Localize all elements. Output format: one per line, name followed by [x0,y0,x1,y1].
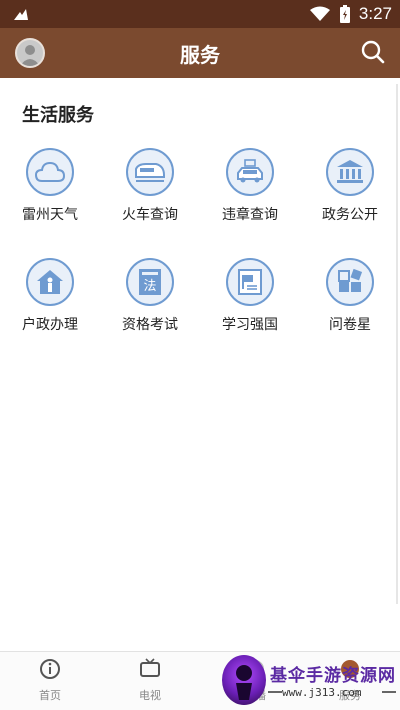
service-label: 学习强国 [222,317,278,333]
tab-label: 首页 [39,689,61,702]
questionnaire-grid-icon [338,268,363,292]
government-icon-circle [326,148,374,196]
exam-icon-circle: 法 [126,258,174,306]
study-flag-icon [238,269,262,295]
law-book-icon: 法 [139,269,161,295]
notification-app-icon [14,9,28,20]
government-building-icon [337,160,363,183]
cloud-icon [35,161,65,182]
wifi-icon [309,6,330,21]
search-icon[interactable] [360,39,386,65]
service-label: 问卷星 [329,317,371,333]
watermark-url: www.j313.com [282,686,362,699]
service-item-violation[interactable]: 违章查询 [200,148,300,224]
app-header: 服务 [0,28,400,78]
service-item-weather[interactable]: 雷州天气 [0,148,100,224]
train-icon-circle [126,148,174,196]
service-label: 火车查询 [122,207,178,223]
service-content: 生活服务 雷州天气 火车查询 违章查询 政务公开 户政办理 法 资格考试 学习强… [0,78,400,651]
service-item-study[interactable]: 学习强国 [200,258,300,334]
train-icon [135,163,165,182]
svg-text:法: 法 [143,279,156,294]
study-icon-circle [226,258,274,306]
car-icon [237,159,263,183]
tab-label: 电视 [139,689,161,702]
watermark-dash-right [382,691,396,693]
service-label: 雷州天气 [22,207,78,223]
watermark-text: 基伞手游资源网 [270,666,396,686]
watermark-logo-icon [222,655,266,705]
service-label: 违章查询 [222,207,278,223]
tab-home[interactable]: 首页 [10,658,90,703]
section-title: 生活服务 [22,105,94,126]
house-person-icon [37,270,63,294]
service-label: 政务公开 [322,207,378,223]
page-title: 服务 [180,43,220,67]
questionnaire-icon-circle [326,258,374,306]
tab-tv[interactable]: 电视 [110,658,190,703]
service-item-government[interactable]: 政务公开 [300,148,400,224]
car-icon-circle [226,148,274,196]
info-icon [40,659,60,679]
watermark-figure-icon [236,665,252,700]
service-label: 资格考试 [122,317,178,333]
service-item-train[interactable]: 火车查询 [100,148,200,224]
status-time: 3:27 [358,4,392,23]
household-icon-circle [26,258,74,306]
service-item-exam[interactable]: 法 资格考试 [100,258,200,334]
weather-icon-circle [26,148,74,196]
watermark: 基伞手游资源网 www.j313.com [218,655,400,707]
tv-icon [140,658,160,677]
service-item-household[interactable]: 户政办理 [0,258,100,334]
watermark-dash-left [268,691,282,693]
service-item-questionnaire[interactable]: 问卷星 [300,258,400,334]
battery-icon [339,5,350,23]
status-bar: 3:27 [0,0,400,28]
service-label: 户政办理 [22,317,78,333]
